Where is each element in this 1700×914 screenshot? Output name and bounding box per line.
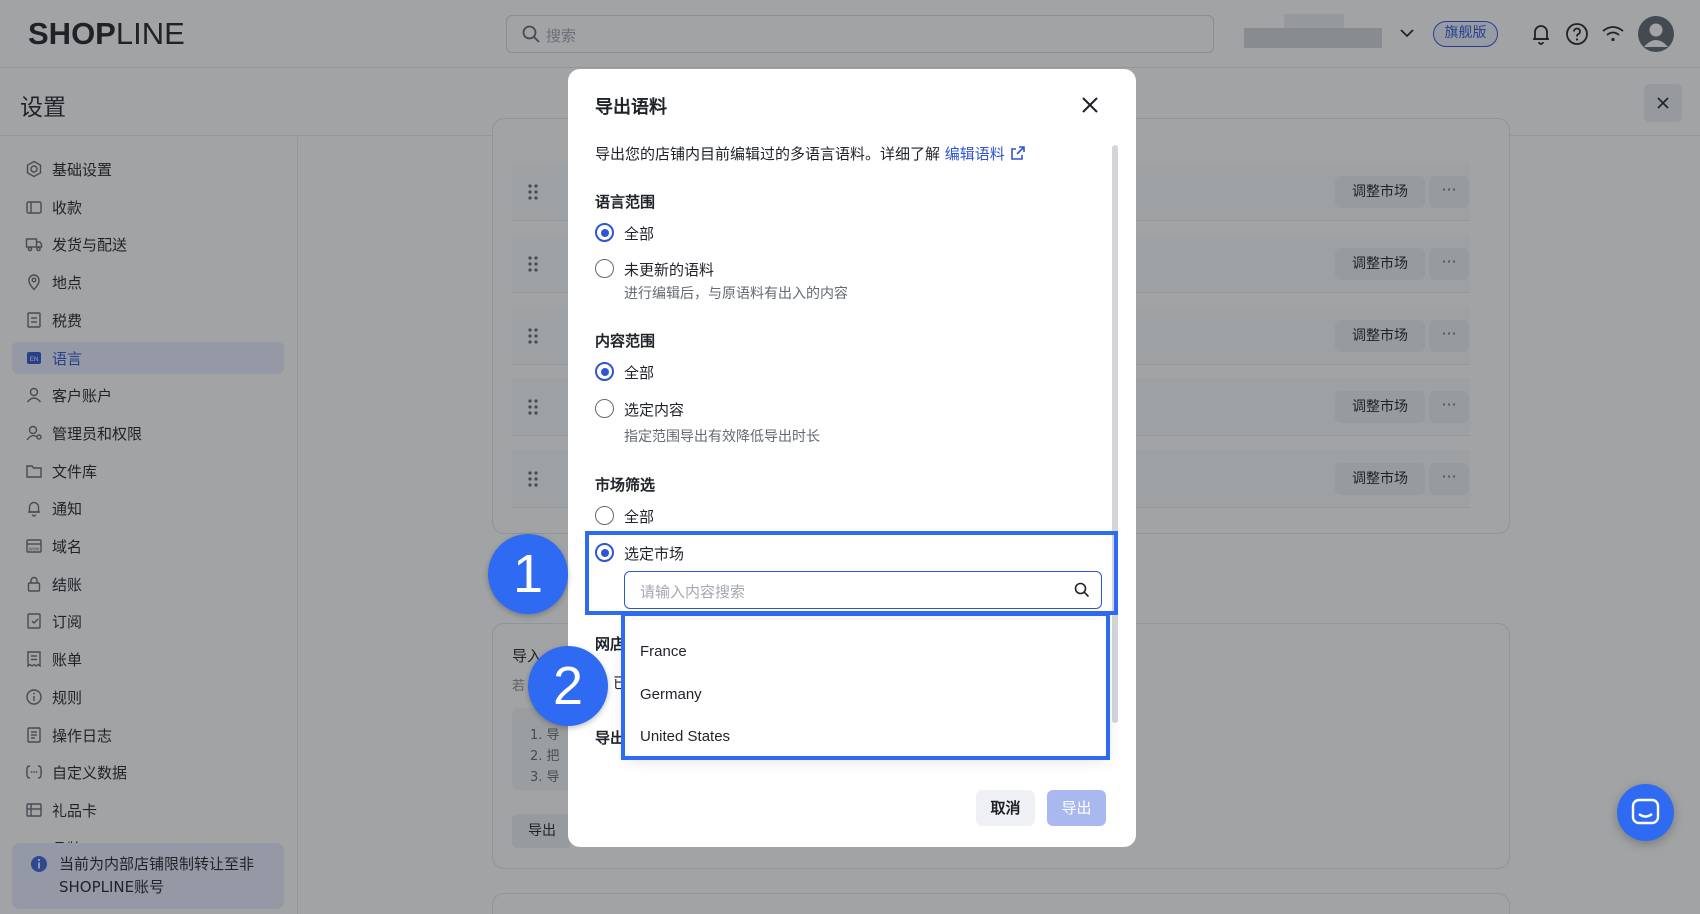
radio-label: 选定内容 — [624, 401, 685, 419]
radio-unchecked-icon — [595, 259, 614, 278]
radio-unchecked-icon — [595, 399, 614, 418]
highlight-box-1 — [585, 531, 1118, 615]
dialog-scrollbar[interactable] — [1112, 145, 1118, 723]
dialog-description: 导出您的店铺内目前编辑过的多语言语料。详细了解 编辑语料 — [595, 143, 1026, 164]
radio-checked-icon — [595, 223, 614, 242]
step-marker-2: 2 — [528, 646, 608, 726]
highlight-box-2 — [621, 612, 1110, 760]
content-scope-hint: 指定范围导出有效降低导出时长 — [624, 429, 820, 445]
radio-checked-icon — [595, 362, 614, 381]
radio-label: 未更新的语料 — [624, 261, 715, 279]
edit-corpus-link[interactable]: 编辑语料 — [945, 145, 1005, 163]
language-scope-hint: 进行编辑后，与原语料有出入的内容 — [624, 286, 848, 302]
radio-label: 全部 — [624, 225, 655, 243]
content-scope-title: 内容范围 — [595, 332, 656, 350]
close-icon[interactable] — [1078, 93, 1102, 117]
market-filter-title: 市场筛选 — [595, 476, 656, 494]
chat-support-button[interactable] — [1617, 784, 1674, 841]
export-button[interactable]: 导出 — [1047, 790, 1106, 826]
step-marker-1: 1 — [488, 534, 568, 614]
chat-icon — [1631, 798, 1660, 825]
description-text: 导出您的店铺内目前编辑过的多语言语料。详细了解 — [595, 145, 941, 163]
radio-unchecked-icon — [595, 506, 614, 525]
radio-label: 全部 — [624, 364, 655, 382]
radio-label: 全部 — [624, 508, 655, 526]
dialog-title: 导出语料 — [595, 97, 667, 118]
cancel-button[interactable]: 取消 — [976, 790, 1035, 826]
language-scope-title: 语言范围 — [595, 193, 656, 211]
external-link-icon[interactable] — [1010, 145, 1026, 161]
